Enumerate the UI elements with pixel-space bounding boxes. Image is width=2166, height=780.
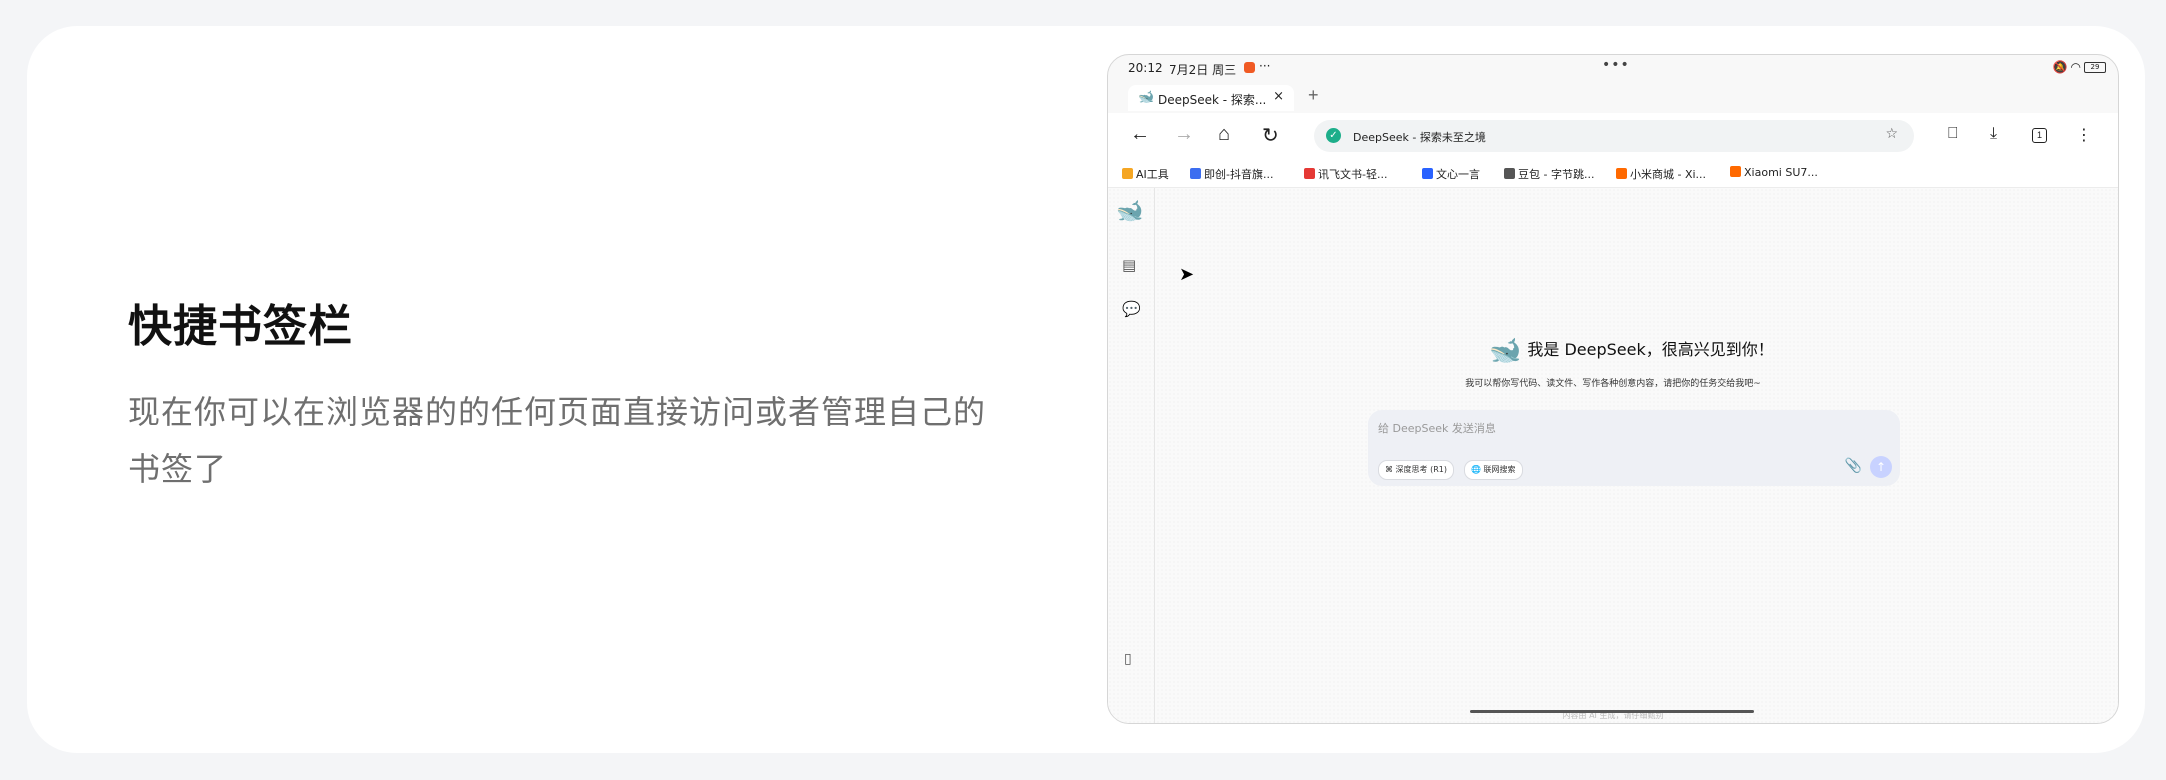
bookmarks-icon[interactable]: ⎕ (1948, 125, 1958, 143)
deepseek-sidebar: 🐋 ▤ 💬 ▯ (1108, 188, 1155, 723)
bookmark-item[interactable]: 讯飞文书-轻... (1304, 166, 1387, 182)
sidebar-toggle-icon[interactable]: ▤ (1122, 256, 1136, 274)
bookmark-item[interactable]: 文心一言 (1422, 166, 1480, 182)
battery-icon: 29 (2084, 62, 2106, 73)
refresh-button[interactable]: ↻ (1262, 123, 1279, 148)
feature-description-line1: 现在你可以在浏览器的的任何页面直接访问或者管理自己的 (128, 394, 987, 430)
close-icon[interactable]: × (1273, 89, 1284, 104)
bookmark-label: Xiaomi SU7... (1744, 166, 1818, 179)
tablet-screenshot: 20:12 7月2日 周三 ··· ••• 🔕◠ 29 🐋 DeepSeek - … (1107, 54, 2119, 724)
bookmark-label: 豆包 - 字节跳... (1518, 168, 1595, 181)
greeting: 🐋 我是 DeepSeek，很高兴见到你！ (1489, 336, 1774, 366)
nav-bar: ← → ⌂ ↻ ✓ DeepSeek - 探索未至之境 ☆ ⎕ ⤓ 1 ⋮ (1108, 113, 2118, 159)
new-tab-button[interactable]: + (1308, 85, 1319, 106)
address-text[interactable]: DeepSeek - 探索未至之境 (1353, 129, 1486, 145)
tab-count-button[interactable]: 1 (2032, 125, 2047, 143)
system-icons: 🔕◠ 29 (2053, 60, 2106, 74)
bookmarks-bar: AI工具 即创-抖音旗... 讯飞文书-轻... 文心一言 豆包 - 字节跳... 小米商… (1108, 159, 2118, 188)
status-date: 7月2日 周三 (1169, 63, 1237, 77)
address-bar[interactable]: ✓ DeepSeek - 探索未至之境 ☆ (1314, 120, 1914, 152)
home-button[interactable]: ⌂ (1218, 123, 1230, 146)
greeting-subtitle: 我可以帮你写代码、读文件、写作各种创意内容，请把你的任务交给我吧~ (1465, 379, 1761, 389)
mobile-app-icon[interactable]: ▯ (1124, 650, 1132, 667)
bookmark-label: 文心一言 (1436, 168, 1480, 181)
bookmark-favicon-icon (1422, 168, 1433, 179)
feature-title: 快捷书签栏 (128, 302, 353, 351)
feature-description-line2: 书签了 (128, 451, 228, 487)
app-notification-icon (1244, 62, 1255, 73)
web-search-toggle[interactable]: 🌐 联网搜索 (1464, 460, 1523, 480)
bookmark-favicon-icon (1616, 168, 1627, 179)
bookmark-label: 讯飞文书-轻... (1318, 168, 1388, 181)
home-indicator[interactable] (1470, 710, 1754, 713)
menu-icon[interactable]: ⋮ (2076, 125, 2092, 145)
tab-bar: 🐋 DeepSeek - 探索... × + (1108, 83, 2118, 113)
deepseek-icon: 🐋 (1138, 90, 1155, 105)
back-button[interactable]: ← (1130, 123, 1150, 146)
tab-deepseek[interactable]: 🐋 DeepSeek - 探索... × (1128, 85, 1294, 111)
mute-icon: 🔕 (2052, 60, 2071, 74)
multitask-dots-icon[interactable]: ••• (1602, 57, 1630, 73)
chat-input-box[interactable]: 给 DeepSeek 发送消息 ⌘ 深度思考 (R1) 🌐 联网搜索 📎 ↑ (1368, 410, 1900, 486)
new-chat-icon[interactable]: 💬 (1122, 300, 1141, 318)
bookmark-favicon-icon (1190, 168, 1201, 179)
status-time: 20:12 (1128, 61, 1163, 75)
bookmark-favicon-icon (1304, 168, 1315, 179)
bookmark-item[interactable]: Xiaomi SU7... (1730, 166, 1818, 179)
wifi-icon: ◠ (2070, 60, 2084, 74)
bookmark-item[interactable]: 豆包 - 字节跳... (1504, 166, 1594, 182)
greeting-text: 我是 DeepSeek，很高兴见到你！ (1527, 340, 1774, 359)
page-content: 🐋 ▤ 💬 ▯ ➤ 🐋 我是 DeepSeek，很高兴见到你！ 我可以帮你写代码、… (1108, 188, 2118, 723)
bookmark-favicon-icon (1504, 168, 1515, 179)
deepthink-toggle[interactable]: ⌘ 深度思考 (R1) (1378, 460, 1454, 480)
feature-description: 现在你可以在浏览器的的任何页面直接访问或者管理自己的 书签了 (128, 384, 1028, 498)
download-icon[interactable]: ⤓ (1990, 125, 1997, 143)
feature-card: 快捷书签栏 现在你可以在浏览器的的任何页面直接访问或者管理自己的 书签了 20:… (27, 26, 2145, 753)
bookmark-label: 即创-抖音旗... (1204, 168, 1274, 181)
deepseek-logo-icon[interactable]: 🐋 (1116, 198, 1143, 224)
send-button[interactable]: ↑ (1870, 456, 1892, 478)
deepseek-whale-icon: 🐋 (1489, 336, 1522, 366)
more-notifications: ··· (1259, 59, 1271, 73)
status-bar: 20:12 7月2日 周三 ··· ••• 🔕◠ 29 (1108, 55, 2118, 83)
add-bookmark-icon[interactable]: ☆ (1885, 126, 1898, 142)
bookmark-item[interactable]: 小米商城 - Xi... (1616, 166, 1706, 182)
bookmark-favicon-icon (1730, 166, 1741, 177)
bookmark-label: AI工具 (1136, 168, 1169, 181)
attach-icon[interactable]: 📎 (1845, 458, 1862, 474)
bookmark-label: 小米商城 - Xi... (1630, 168, 1707, 181)
bookmark-item[interactable]: AI工具 (1122, 166, 1169, 182)
chat-input[interactable]: 给 DeepSeek 发送消息 (1378, 420, 1496, 436)
tab-label: DeepSeek - 探索... (1158, 93, 1267, 107)
folder-icon (1122, 168, 1133, 179)
bookmark-item[interactable]: 即创-抖音旗... (1190, 166, 1273, 182)
forward-button[interactable]: → (1174, 123, 1194, 146)
security-shield-icon: ✓ (1326, 128, 1341, 143)
mouse-cursor-icon: ➤ (1179, 264, 1195, 284)
